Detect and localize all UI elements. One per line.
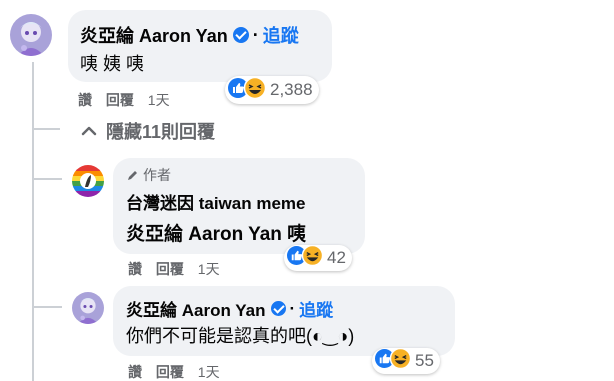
hide-replies-label: 隱藏11則回覆 <box>106 122 216 142</box>
comment-header: 炎亞綸 Aaron Yan · 追蹤 <box>80 22 299 48</box>
reply-button[interactable]: 回覆 <box>156 261 184 277</box>
reaction-count: 55 <box>415 351 434 370</box>
reaction-count: 42 <box>327 248 346 267</box>
author-name[interactable]: 炎亞綸 Aaron Yan <box>80 22 228 48</box>
reply-text: 你們不可能是認真的吧(◐‿◑) <box>126 326 355 346</box>
reply-header: 炎亞綸 Aaron Yan · 追蹤 <box>126 296 333 321</box>
separator-dot: · <box>289 298 296 318</box>
reaction-summary[interactable]: 42 <box>284 244 352 271</box>
thread-connector-reply-1 <box>32 178 62 180</box>
reply-button[interactable]: 回覆 <box>106 92 134 108</box>
verified-badge-icon <box>270 301 286 316</box>
chevron-up-icon <box>81 126 97 136</box>
reply-author-name[interactable]: 炎亞綸 Aaron Yan <box>126 296 266 321</box>
reply-actions: 讚 回覆 1天 <box>128 259 230 279</box>
haha-reaction-icon <box>301 244 324 271</box>
thread-connector-hide <box>32 128 60 130</box>
reaction-summary[interactable]: 55 <box>372 347 440 374</box>
avatar[interactable] <box>72 292 104 324</box>
author-badge: 作者 <box>126 165 171 185</box>
haha-reaction-icon <box>389 347 412 374</box>
reply-bubble: 作者 台灣迷因 taiwan meme 炎亞綸 Aaron Yan 咦 <box>113 158 365 254</box>
like-button[interactable]: 讚 <box>78 92 92 108</box>
comment-text: 咦 姨 咦 <box>80 54 145 74</box>
haha-reaction-icon <box>243 76 267 104</box>
reaction-summary[interactable]: 2,388 <box>225 76 319 104</box>
like-button[interactable]: 讚 <box>128 261 142 277</box>
reply-button[interactable]: 回覆 <box>156 364 184 380</box>
reaction-count: 2,388 <box>270 80 313 99</box>
like-button[interactable]: 讚 <box>128 364 142 380</box>
separator-dot: · <box>252 24 259 45</box>
thread-connector-reply-2 <box>32 306 62 308</box>
follow-button[interactable]: 追蹤 <box>299 296 333 321</box>
timestamp[interactable]: 1天 <box>198 261 220 277</box>
avatar[interactable] <box>72 165 104 197</box>
reply-actions: 讚 回覆 1天 <box>128 362 230 381</box>
timestamp[interactable]: 1天 <box>148 92 170 108</box>
comment-actions: 讚 回覆 1天 <box>78 90 180 110</box>
verified-badge-icon <box>232 27 249 43</box>
pen-icon <box>128 171 137 180</box>
reply-text: 炎亞綸 Aaron Yan 咦 <box>126 224 307 245</box>
author-badge-label: 作者 <box>143 167 171 183</box>
hide-replies-button[interactable]: 隱藏11則回覆 <box>78 118 215 144</box>
avatar[interactable] <box>10 14 52 56</box>
reply-bubble: 炎亞綸 Aaron Yan · 追蹤 你們不可能是認真的吧(◐‿◑) <box>113 286 455 356</box>
thread-line-vertical <box>32 62 34 381</box>
timestamp[interactable]: 1天 <box>198 364 220 380</box>
comment-bubble: 炎亞綸 Aaron Yan · 追蹤 咦 姨 咦 <box>68 10 332 82</box>
follow-button[interactable]: 追蹤 <box>263 22 299 48</box>
reply-author-name[interactable]: 台灣迷因 taiwan meme <box>126 189 306 214</box>
